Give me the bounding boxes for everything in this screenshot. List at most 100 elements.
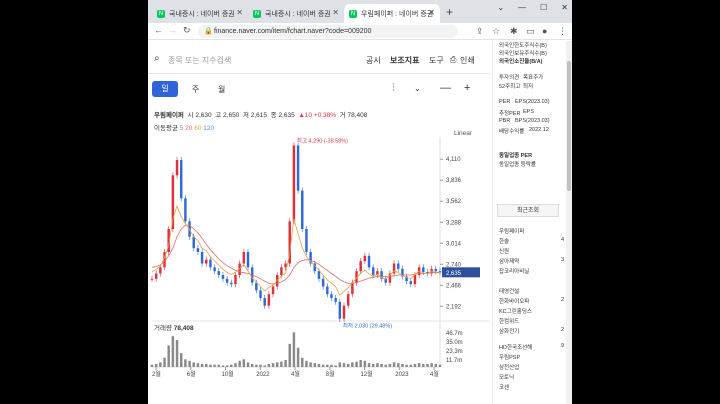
browser-tab-2[interactable]: N 국내증시 : 네이버 증권 ✕ [248, 4, 344, 23]
recent-item[interactable]: 코센 [499, 383, 509, 391]
volume-bar [288, 343, 291, 367]
recent-item[interactable]: 잡코리아비닐 [499, 267, 529, 275]
volume-bar [259, 364, 262, 367]
close-tab-icon[interactable]: ✕ [332, 8, 339, 17]
ma-60-label[interactable]: 60 [194, 125, 201, 132]
close-icon[interactable]: ✕ [561, 3, 568, 12]
volume-bar [409, 364, 413, 367]
volume-bar [159, 362, 162, 367]
chevron-down-icon[interactable]: ⌄ [414, 84, 421, 93]
price-chart[interactable]: 4,1103,8363,5623,2883,0142,7402,4662,192… [148, 137, 490, 404]
candle-body [371, 267, 375, 275]
recent-item[interactable]: 삼화전기 [499, 327, 519, 335]
close-tab-icon[interactable]: ✕ [428, 8, 435, 17]
profile-avatar-icon[interactable]: ● [542, 26, 547, 36]
recent-item[interactable]: 한화바이오파 [499, 297, 529, 305]
maximize-icon[interactable]: ☐ [540, 3, 547, 12]
x-tick-label: 2022 [256, 372, 270, 378]
recent-views-tab[interactable]: 최근조회 [497, 204, 559, 217]
recent-item[interactable]: 한솔 [499, 237, 509, 245]
x-tick-label: 4월 [291, 370, 300, 378]
volume-bar [371, 363, 375, 367]
candle-body [346, 294, 350, 306]
rp-industry-change[interactable]: 동일업종 등락률 [499, 160, 536, 168]
volume-bar [434, 363, 438, 367]
volume-bar [184, 359, 187, 367]
volume-bar [313, 363, 317, 367]
recent-item[interactable]: HD한국조선해 [499, 343, 532, 351]
minimize-icon[interactable]: — [518, 3, 526, 12]
period-day-button[interactable]: 일 [152, 81, 178, 97]
candle-type-icon[interactable]: ⫶ [392, 82, 395, 95]
recent-item[interactable]: 태영건설 [499, 287, 519, 295]
sidepanel-icon[interactable]: ▭ [526, 26, 535, 37]
recent-item[interactable]: 삼천산업 [499, 363, 519, 371]
back-icon[interactable]: ← [154, 25, 163, 35]
rp-foreign-limit: 외국인한도주식수(B) [499, 43, 547, 49]
chevron-down-icon[interactable]: ⌄ [497, 3, 504, 12]
recent-item[interactable]: 우림PSP [499, 353, 520, 361]
scrollbar-thumb[interactable] [567, 61, 571, 191]
volume-bar [401, 363, 404, 367]
volume-bar [275, 362, 279, 367]
recent-item[interactable]: KC그린홀딩스 [499, 307, 532, 315]
candle-body [259, 290, 262, 298]
volume-bar [171, 336, 175, 367]
volume-bar [334, 365, 337, 367]
print-icon[interactable]: ⎙ [450, 55, 456, 65]
scrollbar[interactable] [566, 41, 572, 404]
address-bar[interactable]: 🔒 finance.naver.com/item/fchart.naver?co… [198, 25, 458, 38]
recent-item[interactable]: 우림페이퍼 [499, 227, 524, 235]
ma-120-label[interactable]: 120 [203, 125, 214, 132]
extensions-icon[interactable]: ✱ [510, 26, 518, 37]
bookmark-star-icon[interactable]: ☆ [492, 26, 500, 37]
period-week-button[interactable]: 주 [192, 84, 199, 95]
volume-bar [359, 360, 362, 367]
candle-body [301, 190, 304, 229]
recent-item[interactable]: 모토닉 [499, 373, 514, 381]
volume-tick-label: 23.3m [446, 349, 463, 355]
rp-industry-per[interactable]: 동일업종 PER [499, 151, 532, 159]
zoom-in-icon[interactable]: + [464, 82, 470, 94]
scale-type-selector[interactable]: Linear [454, 130, 472, 137]
candle-body [409, 281, 413, 285]
new-tab-button[interactable]: + [446, 5, 453, 19]
search-icon[interactable]: ⌕ [154, 53, 160, 64]
volume-bar [355, 361, 358, 367]
recent-item[interactable]: 한컴위드 [499, 317, 519, 325]
candle-body [184, 198, 187, 222]
menu-icon[interactable]: ⋮ [558, 26, 567, 37]
recent-item[interactable]: 신원 [499, 247, 509, 255]
link-disclosure[interactable]: 공시 [366, 55, 381, 66]
lock-icon: 🔒 [204, 28, 213, 35]
ma-5-label[interactable]: 5 [180, 125, 184, 132]
candle-body [321, 278, 325, 287]
link-print[interactable]: 인쇄 [460, 55, 475, 66]
candle-body [217, 271, 221, 275]
y-tick-label: 2,192 [446, 304, 462, 310]
share-icon[interactable]: ⇪ [476, 26, 484, 37]
candle-body [296, 145, 300, 191]
rp-est-per: 추정PER [499, 111, 521, 117]
volume-bar [309, 362, 312, 367]
link-indicators[interactable]: 보조지표 [390, 55, 419, 66]
ma-20-label[interactable]: 20 [185, 125, 192, 132]
browser-window: N 국내증시 : 네이버 증권 ✕ N 국내증시 : 네이버 증권 ✕ N 우림… [148, 0, 572, 404]
candle-body [255, 282, 258, 291]
reload-icon[interactable]: ↻ [183, 25, 191, 36]
candle-body [196, 248, 200, 252]
ma-line [151, 224, 440, 285]
volume-bar [271, 363, 275, 367]
volume-bar [380, 363, 383, 367]
recent-item[interactable]: 삼아제약 [499, 257, 519, 265]
zoom-out-icon[interactable]: — [440, 82, 451, 94]
search-input[interactable]: 종목 또는 지수검색 [168, 55, 231, 66]
period-month-button[interactable]: 월 [218, 84, 225, 95]
close-tab-icon[interactable]: ✕ [236, 8, 243, 17]
volume-tick-label: 11.7m [446, 358, 462, 364]
link-tools[interactable]: 도구 [429, 55, 444, 66]
y-tick-label: 2,466 [446, 283, 462, 289]
browser-tab-1[interactable]: N 국내증시 : 네이버 증권 ✕ [152, 4, 248, 23]
browser-tab-3-active[interactable]: N 우림페이퍼 : 네이버 증권 ✕ [344, 4, 440, 23]
forward-icon[interactable]: → [168, 25, 177, 35]
